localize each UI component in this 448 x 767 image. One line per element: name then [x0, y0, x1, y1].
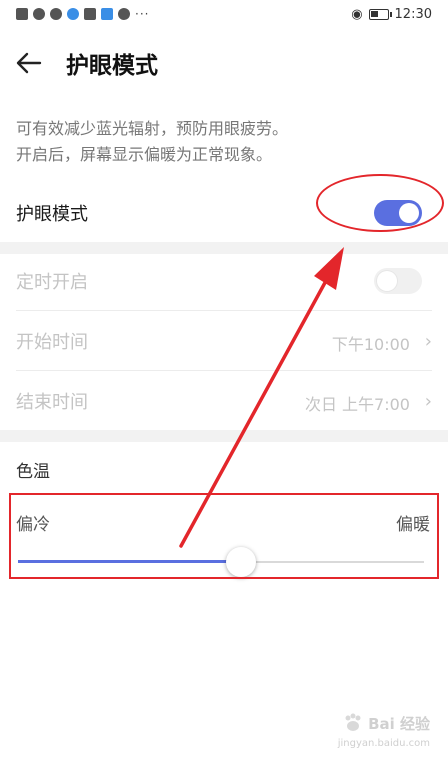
shield-icon — [84, 8, 96, 20]
toggle-knob — [377, 271, 397, 291]
schedule-row[interactable]: 定时开启 — [0, 252, 448, 310]
wechat-icon — [50, 8, 62, 20]
color-temperature-title: 色温 — [16, 462, 50, 482]
end-time-row[interactable]: 结束时间 次日 上午7:00 › — [0, 372, 448, 430]
start-time-label: 开始时间 — [16, 332, 88, 353]
divider — [16, 370, 432, 371]
status-bar: ··· ◉ 12:30 — [0, 0, 448, 28]
schedule-toggle[interactable] — [374, 268, 422, 294]
chevron-right-icon: › — [424, 331, 432, 352]
description-line: 可有效减少蓝光辐射，预防用眼疲劳。 — [16, 119, 289, 138]
start-time-row[interactable]: 开始时间 下午10:00 › — [0, 312, 448, 370]
back-arrow-icon[interactable] — [14, 48, 44, 78]
eye-comfort-label: 护眼模式 — [16, 204, 88, 225]
section-divider — [0, 430, 448, 442]
end-time-label: 结束时间 — [16, 392, 88, 413]
watermark-text: Bai 经验 — [368, 714, 430, 733]
divider — [16, 310, 432, 311]
description: 可有效减少蓝光辐射，预防用眼疲劳。 开启后，屏幕显示偏暖为正常现象。 — [16, 116, 288, 168]
alert-icon — [16, 8, 28, 20]
start-time-value: 下午10:00 — [331, 335, 410, 354]
notification-icons: ··· — [16, 7, 149, 21]
eye-icon: ◉ — [351, 6, 363, 22]
schedule-label: 定时开启 — [16, 272, 88, 293]
annotation-box — [9, 493, 439, 579]
header: 护眼模式 — [0, 40, 448, 84]
end-time-value: 次日 上午7:00 — [304, 395, 410, 414]
more-dots-icon: ··· — [135, 7, 150, 21]
wifi-icon — [33, 8, 45, 20]
page-title: 护眼模式 — [66, 53, 158, 79]
cloud-icon — [118, 8, 130, 20]
battery-icon — [368, 8, 392, 20]
description-line: 开启后，屏幕显示偏暖为正常现象。 — [16, 145, 273, 164]
annotation-oval — [316, 174, 444, 232]
paw-icon — [345, 713, 361, 731]
store-icon — [101, 8, 113, 20]
watermark-url: jingyan.baidu.com — [337, 738, 430, 749]
chevron-right-icon: › — [424, 391, 432, 412]
status-time: 12:30 — [394, 6, 432, 22]
app-icon — [67, 8, 79, 20]
watermark: Bai 经验 — [342, 712, 430, 734]
